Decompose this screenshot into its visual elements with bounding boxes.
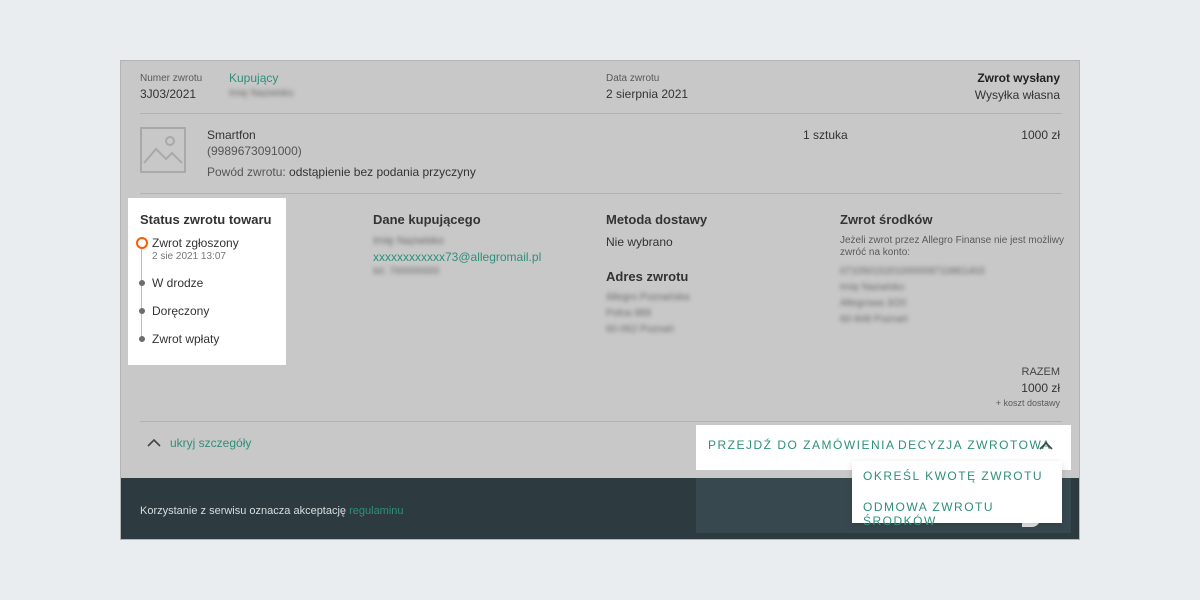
menu-item-set-refund-amount[interactable]: OKREŚL KWOTĘ ZWROTU	[863, 469, 1043, 483]
status-panel-title: Status zwrotu towaru	[140, 212, 272, 227]
return-number-value: 3J03/2021	[140, 87, 197, 101]
delivery-method-value: Nie wybrano	[606, 235, 673, 249]
chevron-up-icon	[147, 438, 161, 447]
return-date-value: 2 sierpnia 2021	[606, 87, 689, 101]
refund-line: Imię Nazwisko	[840, 282, 905, 293]
return-reason-value: odstąpienie bez podania przyczyny	[289, 165, 476, 179]
total-label: RAZEM	[1021, 366, 1061, 378]
refund-account-number: 07105015201000009710861403	[840, 266, 985, 277]
return-status-panel: Status zwrotu towaru Zwrot zgłoszony 2 s…	[128, 198, 286, 365]
return-status-title: Zwrot wysłany	[977, 71, 1060, 85]
product-id: (9989673091000)	[207, 144, 302, 158]
image-placeholder-icon	[140, 127, 186, 173]
hide-details-label: ukryj szczegóły	[170, 436, 252, 450]
return-date-label: Data zwrotu	[606, 73, 660, 84]
return-details-panel: Numer zwrotu 3J03/2021 Kupujący Imię Naz…	[120, 60, 1080, 540]
chevron-up-icon[interactable]	[1039, 441, 1053, 451]
refund-line: 60-848 Poznań	[840, 314, 908, 325]
buyer-phone: tel. 700000000	[373, 266, 440, 277]
total-value: 1000 zł	[1021, 381, 1060, 395]
return-reason: Powód zwrotu: odstąpienie bez podania pr…	[207, 165, 476, 179]
product-name: Smartfon	[207, 128, 256, 142]
status-step-reported: Zwrot zgłoszony	[152, 236, 239, 250]
menu-item-refuse-refund[interactable]: ODMOWA ZWROTU ŚRODKÓW	[863, 500, 1062, 528]
status-step-icon	[139, 336, 145, 342]
status-step-icon	[139, 308, 145, 314]
buyer-data-title: Dane kupującego	[373, 212, 481, 227]
buyer-email-link[interactable]: xxxxxxxxxxxx73@allegromail.pl	[373, 250, 541, 264]
status-active-icon	[136, 237, 148, 249]
status-step-date: 2 sie 2021 13:07	[152, 251, 226, 262]
buyer-link[interactable]: Kupujący	[229, 71, 278, 85]
total-note: + koszt dostawy	[995, 398, 1060, 408]
return-number-label: Numer zwrotu	[140, 73, 203, 84]
divider	[140, 113, 1062, 114]
status-timeline-line	[141, 249, 142, 339]
status-step-delivered: Doręczony	[152, 304, 210, 318]
status-step-in-transit: W drodze	[152, 276, 204, 290]
return-decision-button[interactable]: DECYZJA ZWROTOWA	[898, 438, 1051, 452]
footer-text-label: Korzystanie z serwisu oznacza akceptację	[140, 505, 347, 517]
status-step-refunded: Zwrot wpłaty	[152, 332, 220, 346]
return-address-title: Adres zwrotu	[606, 269, 689, 284]
return-address-line: 60-062 Poznań	[606, 324, 674, 335]
divider	[140, 421, 1062, 422]
refund-note: Jeżeli zwrot przez Allegro Finanse nie j…	[840, 235, 1064, 258]
footer-text: Korzystanie z serwisu oznacza akceptację…	[140, 505, 404, 517]
product-price: 1000 zł	[1021, 128, 1060, 142]
delivery-method-title: Metoda dostawy	[606, 212, 708, 227]
return-address-line: Allegro Poznańska	[606, 292, 690, 303]
go-to-order-button[interactable]: PRZEJDŹ DO ZAMÓWIENIA	[708, 438, 896, 452]
terms-link[interactable]: regulaminu	[349, 505, 403, 517]
divider	[140, 193, 1062, 194]
refund-line: Allegrowa 3/20	[840, 298, 907, 309]
return-decision-menu: OKREŚL KWOTĘ ZWROTU ODMOWA ZWROTU ŚRODKÓ…	[852, 461, 1062, 528]
product-quantity: 1 sztuka	[803, 128, 848, 142]
refund-title: Zwrot środków	[840, 212, 933, 227]
return-address-line: Polna 989	[606, 308, 652, 319]
buyer-name: Imię Nazwisko	[229, 88, 294, 99]
return-reason-label: Powód zwrotu:	[207, 165, 286, 179]
buyer-data-name: Imię Nazwisko	[373, 235, 444, 247]
return-status-subtitle: Wysyłka własna	[974, 88, 1060, 102]
status-step-icon	[139, 280, 145, 286]
